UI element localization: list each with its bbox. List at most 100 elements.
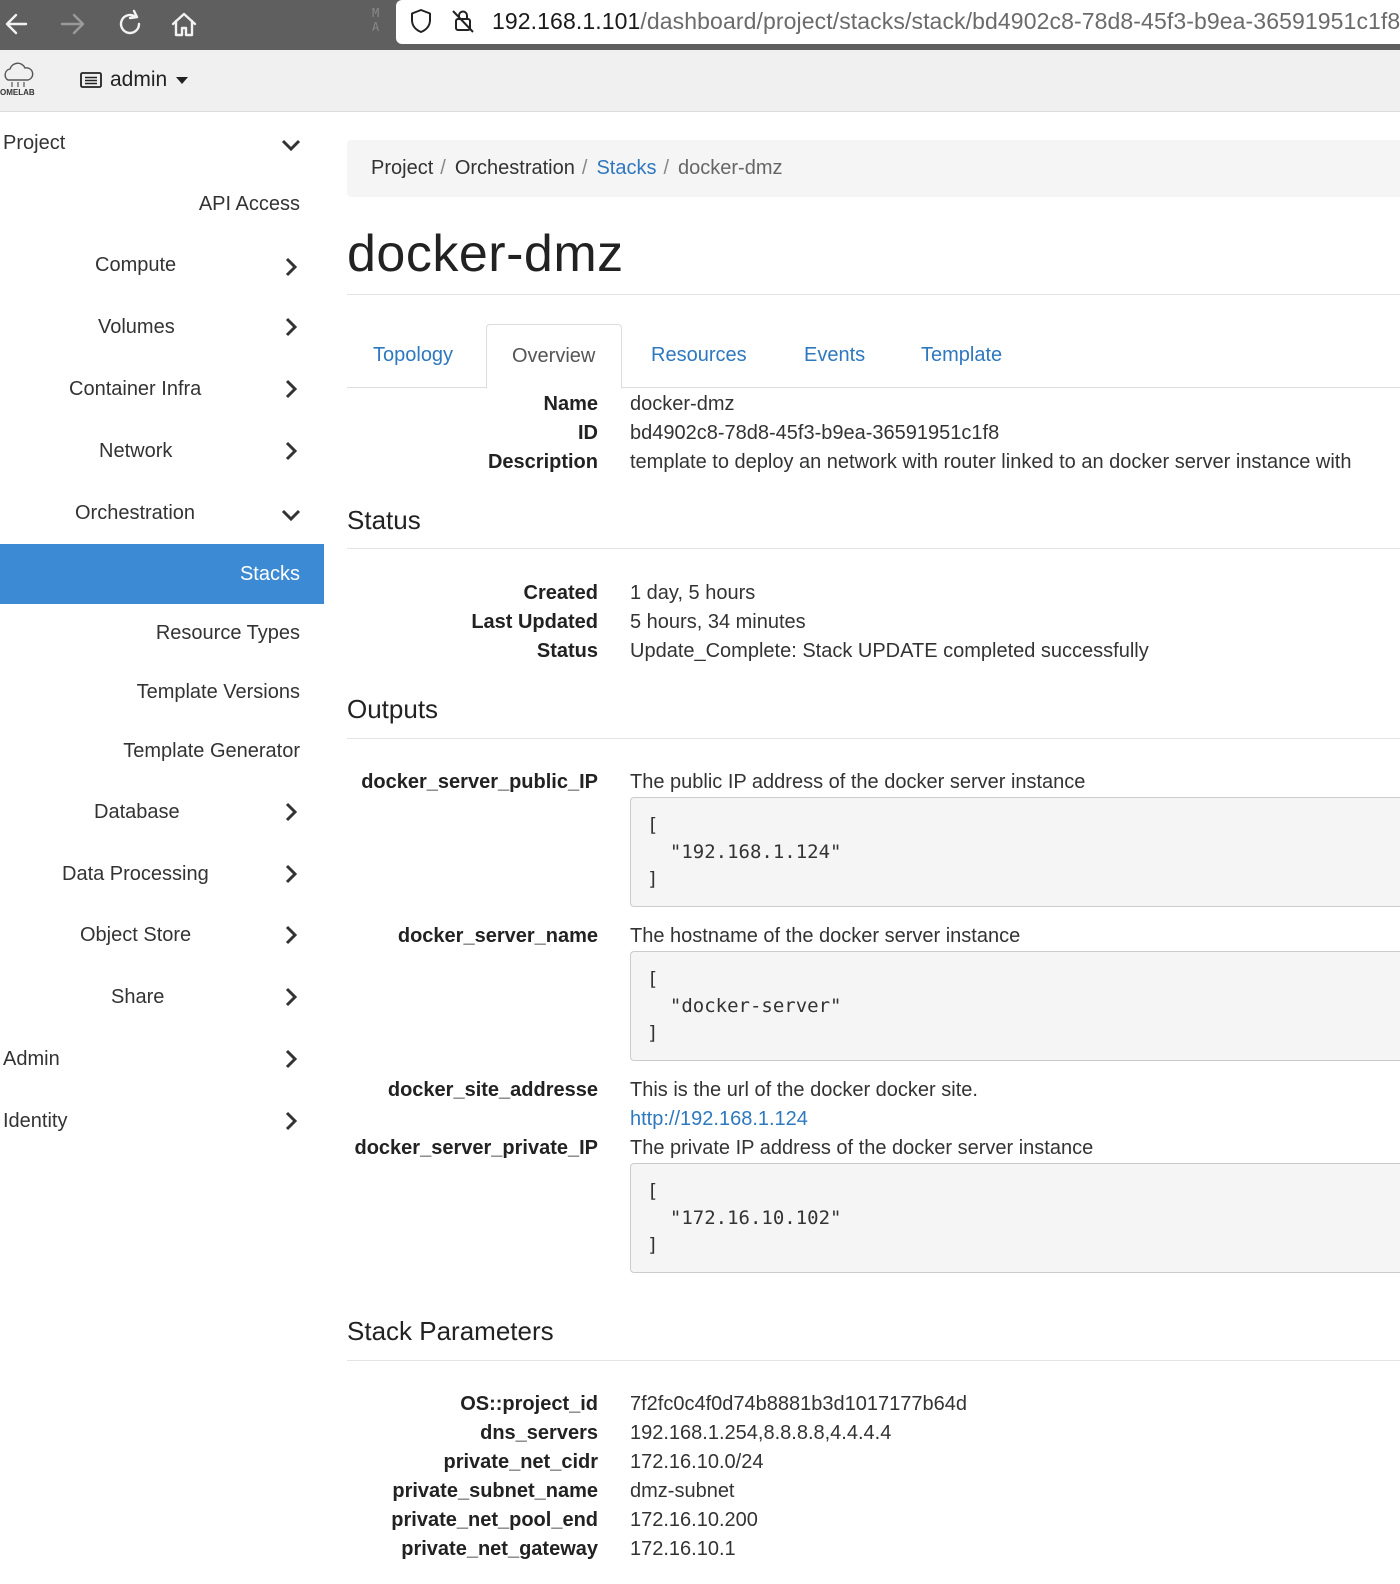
chevron-right-icon <box>285 379 298 399</box>
sidebar-item-label: Data Processing <box>62 863 209 885</box>
sidebar-item-data-processing[interactable]: Data Processing <box>0 858 324 894</box>
project-list-icon <box>80 72 102 88</box>
shield-icon[interactable] <box>406 6 436 36</box>
sidebar-item-identity[interactable]: Identity <box>0 1105 324 1141</box>
top-navbar: OMELAB admin <box>0 50 1400 112</box>
sidebar-item-label: Resource Types <box>155 622 300 644</box>
insecure-lock-icon[interactable] <box>448 6 478 36</box>
sidebar-item-compute[interactable]: Compute <box>0 248 324 284</box>
output-value-block: [ "192.168.1.124" ] <box>630 797 1400 907</box>
chevron-right-icon <box>285 864 298 884</box>
sidebar-item-template-versions[interactable]: Template Versions <box>0 676 324 712</box>
sidebar-item-project[interactable]: Project <box>0 126 324 162</box>
home-icon[interactable] <box>166 6 202 42</box>
breadcrumb-separator: / <box>581 157 588 179</box>
sidebar-item-label: Object Store <box>80 924 192 946</box>
tab-overview[interactable]: Overview <box>486 324 622 389</box>
logo-text: OMELAB <box>0 88 35 97</box>
chevron-right-icon <box>285 257 298 277</box>
tab-events[interactable]: Events <box>804 324 865 388</box>
output-value-block: [ "172.16.10.102" ] <box>630 1163 1400 1273</box>
detail-label: Status <box>536 640 598 662</box>
parameter-key: private_net_pool_end <box>391 1509 598 1531</box>
chevron-right-icon <box>285 317 298 337</box>
sidebar-item-volumes[interactable]: Volumes <box>0 310 324 346</box>
chevron-down-icon <box>281 509 301 522</box>
output-description: This is the url of the docker docker sit… <box>630 1079 978 1101</box>
parameter-value: dmz-subnet <box>630 1480 735 1502</box>
url-text[interactable]: 192.168.1.101/dashboard/project/stacks/s… <box>492 8 1400 35</box>
tab-template[interactable]: Template <box>921 324 1002 388</box>
url-path: /dashboard/project/stacks/stack/bd4902c8… <box>640 8 1400 34</box>
parameter-key: private_net_cidr <box>443 1451 598 1473</box>
parameter-value: 172.16.10.1 <box>630 1538 736 1560</box>
sidebar-item-api-access[interactable]: API Access <box>0 188 324 224</box>
back-arrow-icon[interactable] <box>0 6 36 42</box>
address-bar[interactable]: 192.168.1.101/dashboard/project/stacks/s… <box>396 0 1400 44</box>
output-description: The public IP address of the docker serv… <box>630 771 1086 793</box>
breadcrumb: Project / Orchestration / Stacks / docker-dmz <box>347 140 1400 197</box>
sidebar-item-orchestration[interactable]: Orchestration <box>0 496 324 532</box>
reload-icon[interactable] <box>112 6 148 42</box>
sidebar-item-template-generator[interactable]: Template Generator <box>0 735 324 771</box>
stack-id-value: bd4902c8-78d8-45f3-b9ea-36591951c1f8 <box>630 422 1000 444</box>
parameter-value: 192.168.1.254,8.8.8.8,4.4.4.4 <box>630 1422 892 1444</box>
parameter-key: dns_servers <box>480 1422 598 1444</box>
sidebar-item-database[interactable]: Database <box>0 796 324 832</box>
sidebar-item-label: Database <box>94 801 180 823</box>
parameter-key: private_net_gateway <box>401 1538 598 1560</box>
detail-label: Created <box>523 582 598 604</box>
detail-label: Description <box>487 451 598 473</box>
breadcrumb-current: docker-dmz <box>678 157 783 179</box>
chevron-right-icon <box>285 802 298 822</box>
sidebar-item-object-store[interactable]: Object Store <box>0 919 324 955</box>
sidebar-item-admin[interactable]: Admin <box>0 1043 324 1079</box>
sidebar-item-label: API Access <box>198 193 300 215</box>
chevron-right-icon <box>285 1111 298 1131</box>
sidebar-item-stacks[interactable]: Stacks <box>0 544 324 604</box>
output-key: docker_site_addresse <box>387 1079 598 1101</box>
parameter-key: OS::project_id <box>460 1393 598 1415</box>
breadcrumb-separator: / <box>663 157 670 179</box>
tab-topology[interactable]: Topology <box>373 324 453 388</box>
output-key: docker_server_private_IP <box>354 1137 599 1159</box>
sidebar-item-label: Orchestration <box>75 502 196 524</box>
parameter-value: 7f2fc0c4f0d74b8881b3d1017177b64d <box>630 1393 967 1415</box>
output-key: docker_server_public_IP <box>361 771 598 793</box>
tab-resources[interactable]: Resources <box>651 324 747 388</box>
sidebar-item-label: Template Versions <box>136 681 300 703</box>
project-switcher[interactable]: admin <box>80 68 189 92</box>
url-host: 192.168.1.101 <box>492 8 641 34</box>
chevron-right-icon <box>285 925 298 945</box>
status-value: Update_Complete: Stack UPDATE completed … <box>630 640 1149 662</box>
docker-site-link[interactable]: http://192.168.1.124 <box>630 1108 808 1130</box>
parameters-divider <box>347 1360 1400 1361</box>
sidebar-item-label: Admin <box>3 1048 60 1070</box>
output-value-block: [ "docker-server" ] <box>630 951 1400 1061</box>
chevron-right-icon <box>285 441 298 461</box>
detail-label: ID <box>578 422 598 444</box>
parameter-value: 172.16.10.0/24 <box>630 1451 764 1473</box>
status-divider <box>347 548 1400 549</box>
stack-description-value: template to deploy an network with route… <box>630 451 1352 473</box>
browser-toolbar: MA 192.168.1.101/dashboard/project/stack… <box>0 0 1400 50</box>
project-name: admin <box>110 68 168 91</box>
caret-down-icon <box>176 77 189 84</box>
detail-label: Last Updated <box>471 611 598 633</box>
sidebar-item-label: Project <box>3 132 66 154</box>
sidebar-item-container-infra[interactable]: Container Infra <box>0 372 324 408</box>
breadcrumb-stacks-link[interactable]: Stacks <box>596 157 656 179</box>
sidebar-item-share[interactable]: Share <box>0 981 324 1017</box>
output-description: The private IP address of the docker ser… <box>630 1137 1094 1159</box>
breadcrumb-orchestration: Orchestration <box>454 157 575 179</box>
sidebar-item-label: Share <box>111 986 165 1008</box>
forward-arrow-icon[interactable] <box>54 6 90 42</box>
sidebar-item-resource-types[interactable]: Resource Types <box>0 617 324 653</box>
stack-name-value: docker-dmz <box>630 393 735 415</box>
sidebar-item-label: Network <box>99 440 173 462</box>
main-content: Project / Orchestration / Stacks / docker-dmz … <box>347 112 1400 1584</box>
sidebar-item-network[interactable]: Network <box>0 434 324 470</box>
status-heading: Status <box>347 505 421 535</box>
output-description: The hostname of the docker server instan… <box>630 925 1021 947</box>
sidebar-item-label: Compute <box>95 254 177 276</box>
